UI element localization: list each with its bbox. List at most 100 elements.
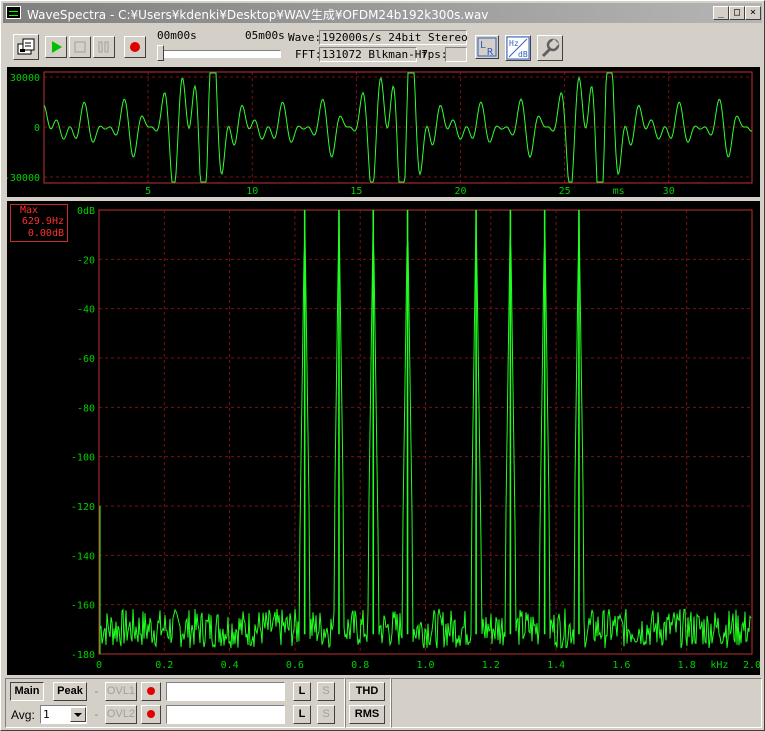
separator-dash-2: - <box>93 708 100 721</box>
record-icon <box>130 42 140 52</box>
max-frequency: 629.9Hz <box>21 216 64 227</box>
record-icon <box>147 710 155 718</box>
close-button[interactable]: × <box>745 6 761 20</box>
settings-button[interactable] <box>537 35 563 61</box>
open-file-icon <box>17 38 35 55</box>
time-start-label: 00m00s <box>157 29 197 42</box>
minimize-button[interactable]: _ <box>713 6 729 20</box>
spectrum-y-tick: -120 <box>71 502 95 513</box>
spectrum-x-tick: 1.8 <box>678 660 696 671</box>
avg-dropdown-button[interactable] <box>70 707 86 722</box>
ovl1-button[interactable]: OVL1 <box>105 682 137 701</box>
main-window: WaveSpectra - C:¥Users¥kdenki¥Desktop¥WA… <box>0 0 765 731</box>
spectrum-x-tick: 0.4 <box>221 660 239 671</box>
separator-dash-1: - <box>93 685 100 698</box>
main-button[interactable]: Main <box>10 682 44 701</box>
ovl2-button[interactable]: OVL2 <box>105 705 137 724</box>
max-readout-box: Max 629.9Hz 0.00dB <box>10 204 68 242</box>
pause-icon <box>98 41 109 53</box>
thd-button[interactable]: THD <box>349 682 385 701</box>
pause-button[interactable] <box>93 36 115 58</box>
lr-icon: L R <box>477 37 497 58</box>
fft-info-field: 131072 Blkman-H7 <box>319 47 428 62</box>
fft-label: FFT: <box>295 48 322 61</box>
position-slider[interactable] <box>157 44 283 62</box>
ovl1-name-input[interactable] <box>166 682 285 701</box>
wave-x-tick: 15 <box>350 186 362 197</box>
lr-right-text: R <box>487 47 494 58</box>
spectrum-y-tick: -20 <box>77 255 95 266</box>
spectrum-chart: 0 0.2 0.4 0.6 0.8 1.0 1.2 1.4 1.6 1.8 2.0 0dB -20 -40… <box>71 206 761 671</box>
waveform-panel[interactable]: 5 10 15 20 25 30 30000 0 -30000 ms <box>4 67 760 197</box>
spectrum-x-tick: 1.2 <box>482 660 500 671</box>
fps-field <box>445 47 467 62</box>
spectrum-x-tick: 0.8 <box>351 660 369 671</box>
wave-y-tick: 0 <box>34 123 40 134</box>
db-text: dB <box>518 50 528 59</box>
lr-left-text: L <box>480 40 486 51</box>
ovl2-s-button[interactable]: S <box>317 705 335 724</box>
ovl1-s-button[interactable]: S <box>317 682 335 701</box>
spectrum-panel[interactable]: 0 0.2 0.4 0.6 0.8 1.0 1.2 1.4 1.6 1.8 2.0 0dB -20 -40… <box>7 201 761 675</box>
wave-x-tick: 5 <box>145 186 151 197</box>
wave-x-tick: 10 <box>246 186 258 197</box>
wave-info-value: 192000s/s 24bit Stereo <box>322 31 468 44</box>
ovl2-name-input[interactable] <box>166 705 285 724</box>
spectrum-x-tick: 1.4 <box>547 660 565 671</box>
ovl1-record-button[interactable] <box>141 682 161 701</box>
spectrum-x-tick: 1.6 <box>612 660 630 671</box>
record-icon <box>147 687 155 695</box>
wave-y-tick: 30000 <box>10 73 40 84</box>
spectrum-x-tick: 1.0 <box>416 660 434 671</box>
hz-text: Hz <box>509 39 519 48</box>
wave-info-field: 192000s/s 24bit Stereo <box>319 30 468 45</box>
waveform-chart: 5 10 15 20 25 30 30000 0 -30000 ms <box>4 71 753 197</box>
avg-label: Avg: <box>11 708 35 722</box>
title-bar[interactable]: WaveSpectra - C:¥Users¥kdenki¥Desktop¥WA… <box>3 3 762 23</box>
app-icon <box>6 6 21 19</box>
spectrum-x-tick: 0.2 <box>155 660 173 671</box>
wave-x-tick: 20 <box>454 186 466 197</box>
slider-thumb[interactable] <box>157 45 164 61</box>
wave-y-tick: -30000 <box>7 173 40 184</box>
wave-x-unit: ms <box>613 186 625 197</box>
spectrum-y-tick: -80 <box>77 403 95 414</box>
maximize-button[interactable]: □ <box>729 6 745 20</box>
avg-value: 1 <box>43 708 50 721</box>
spectrum-y-tick: -140 <box>71 551 95 562</box>
max-level: 0.00dB <box>27 228 64 239</box>
stop-button[interactable] <box>69 36 91 58</box>
wrench-icon <box>541 38 560 58</box>
lr-channel-button[interactable]: L R <box>475 35 499 59</box>
avg-select[interactable]: 1 <box>40 705 87 724</box>
record-button[interactable] <box>124 36 146 58</box>
fft-info-value: 131072 Blkman-H7 <box>322 48 428 61</box>
stop-icon <box>74 41 86 53</box>
spectrum-x-tick: 0 <box>96 660 102 671</box>
fps-label: fps: <box>421 48 448 61</box>
spectrum-y-tick: -160 <box>71 601 95 612</box>
spectrum-x-tick: 2.0 <box>743 660 760 671</box>
slider-track <box>157 50 281 58</box>
spectrum-y-tick: -100 <box>71 453 95 464</box>
play-button[interactable] <box>45 36 67 58</box>
chevron-down-icon <box>74 713 82 717</box>
bottom-right-group <box>391 678 762 728</box>
spectrum-x-unit: kHz <box>710 660 728 671</box>
rms-button[interactable]: RMS <box>349 705 385 724</box>
ovl2-record-button[interactable] <box>141 705 161 724</box>
time-end-label: 05m00s <box>245 29 285 42</box>
ovl1-l-button[interactable]: L <box>293 682 311 701</box>
spectrum-y-tick: -40 <box>77 305 95 316</box>
peak-button[interactable]: Peak <box>53 682 87 701</box>
ovl2-l-button[interactable]: L <box>293 705 311 724</box>
max-label: Max <box>20 205 39 216</box>
spectrum-x-tick: 0.6 <box>286 660 304 671</box>
spectrum-y-tick: -180 <box>71 650 95 661</box>
hz-db-icon: Hz dB <box>506 36 530 60</box>
wave-label: Wave: <box>288 31 322 44</box>
wave-x-tick: 30 <box>663 186 675 197</box>
window-title: WaveSpectra - C:¥Users¥kdenki¥Desktop¥WA… <box>27 8 489 22</box>
hz-db-scale-button[interactable]: Hz dB <box>505 35 531 61</box>
open-file-button[interactable] <box>13 34 39 60</box>
